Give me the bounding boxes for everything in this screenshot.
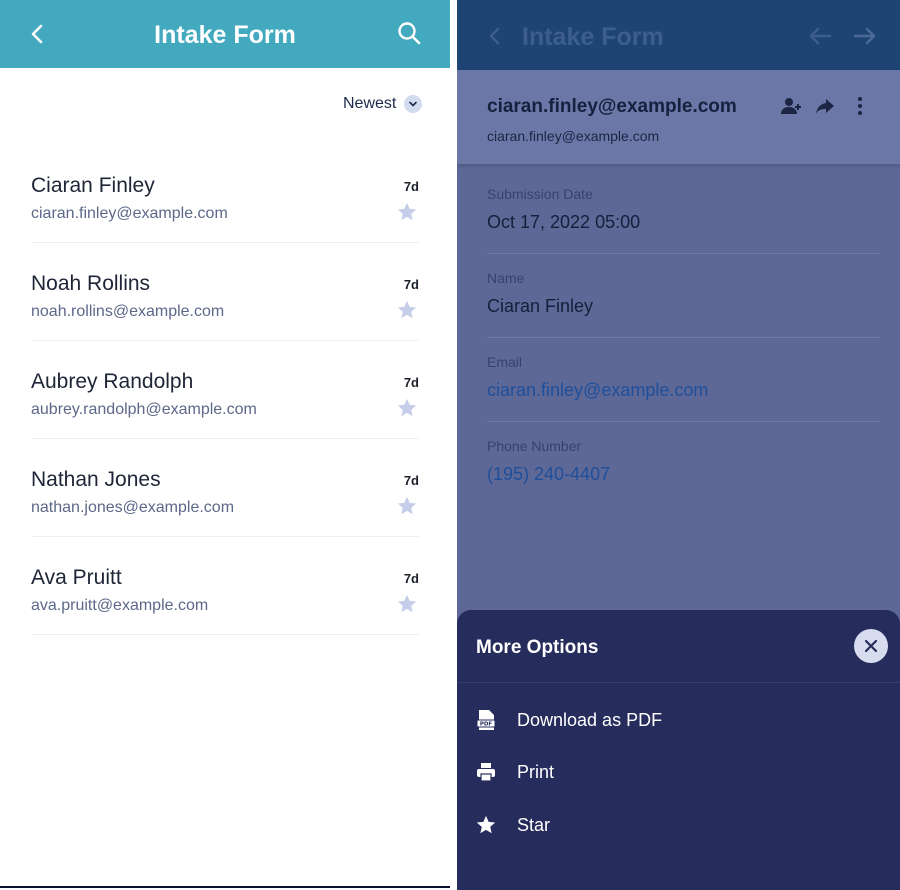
submission-subtitle: ciaran.finley@example.com [487,128,660,144]
close-icon [864,639,878,653]
submission-age: 7d [403,473,419,488]
print-option[interactable]: Print [457,751,900,795]
assign-user-icon[interactable] [780,95,802,117]
list-item[interactable]: Aubrey Randolph aubrey.randolph@example.… [31,341,419,439]
submitter-name: Ava Pruitt [31,566,122,589]
detail-top-bar: Intake Form [457,0,900,70]
star-icon[interactable] [395,397,419,419]
field-submission-date: Submission Date Oct 17, 2022 05:00 [487,170,880,254]
star-icon [476,815,496,834]
list-item[interactable]: Ava Pruitt ava.pruitt@example.com 7d [31,537,419,635]
share-icon[interactable] [814,95,836,117]
field-name: Name Ciaran Finley [487,254,880,338]
option-label: Print [517,762,555,782]
svg-text:PDF: PDF [480,722,493,728]
star-icon[interactable] [395,201,419,223]
field-label: Name [487,270,525,286]
submission-age: 7d [403,571,419,586]
list-item[interactable]: Nathan Jones nathan.jones@example.com 7d [31,439,419,537]
app-root: Intake Form Newest Ciaran Finley ciaran.… [0,0,900,890]
submissions-list: Ciaran Finley ciaran.finley@example.com … [31,145,419,635]
submitter-email: aubrey.randolph@example.com [31,401,257,418]
star-icon[interactable] [395,299,419,321]
list-item[interactable]: Noah Rollins noah.rollins@example.com 7d [31,243,419,341]
option-label: Star [517,815,551,835]
arrow-right-icon[interactable] [852,24,878,48]
submission-age: 7d [403,277,419,292]
close-button[interactable] [854,629,888,663]
star-icon[interactable] [395,495,419,517]
submission-header: ciaran.finley@example.com ciaran.finley@… [457,70,900,164]
submission-detail-screen: Intake Form ciaran.finley@example.com ci… [457,0,900,890]
field-phone: Phone Number (195) 240-4407 [487,422,880,506]
submitter-name: Ciaran Finley [31,174,155,197]
submitter-name: Aubrey Randolph [31,370,194,393]
sheet-divider [457,682,900,683]
submitter-email: ava.pruitt@example.com [31,597,209,614]
back-icon[interactable] [483,24,507,48]
option-label: Download as PDF [517,710,663,730]
download-pdf-option[interactable]: PDF Download as PDF [457,699,900,743]
pdf-icon: PDF [476,710,496,730]
sort-dropdown[interactable]: Newest [343,93,423,115]
pane-divider [450,0,457,890]
back-icon[interactable] [24,20,52,48]
submitter-email: noah.rollins@example.com [31,303,225,320]
submitter-email: ciaran.finley@example.com [31,205,228,222]
submitter-email: nathan.jones@example.com [31,499,235,516]
search-icon[interactable] [396,20,422,46]
field-email: Email ciaran.finley@example.com [487,338,880,422]
page-title: Intake Form [154,21,296,49]
field-label: Submission Date [487,186,593,202]
detail-title: Intake Form [522,23,664,51]
printer-icon [477,763,495,782]
phone-link[interactable]: (195) 240-4407 [487,464,610,485]
submissions-list-screen: Intake Form Newest Ciaran Finley ciaran.… [0,0,450,888]
field-value: Ciaran Finley [487,296,594,316]
list-item[interactable]: Ciaran Finley ciaran.finley@example.com … [31,145,419,243]
submission-age: 7d [403,375,419,390]
more-vert-icon[interactable] [849,95,871,117]
field-label: Email [487,354,523,370]
chevron-down-icon [404,95,423,113]
email-link[interactable]: ciaran.finley@example.com [487,380,708,401]
submitter-name: Nathan Jones [31,468,161,491]
arrow-left-icon[interactable] [807,24,833,48]
star-option[interactable]: Star [457,804,900,848]
submission-age: 7d [403,179,419,194]
more-options-sheet: More Options PDF Download as PDF Print S… [457,610,900,890]
submitter-name: Noah Rollins [31,272,151,295]
field-value: Oct 17, 2022 05:00 [487,212,641,232]
submission-title: ciaran.finley@example.com [487,96,737,117]
field-label: Phone Number [487,438,582,454]
star-icon[interactable] [395,593,419,615]
top-bar: Intake Form [0,0,450,68]
sheet-title: More Options [476,637,599,658]
sort-label: Newest [343,95,397,112]
